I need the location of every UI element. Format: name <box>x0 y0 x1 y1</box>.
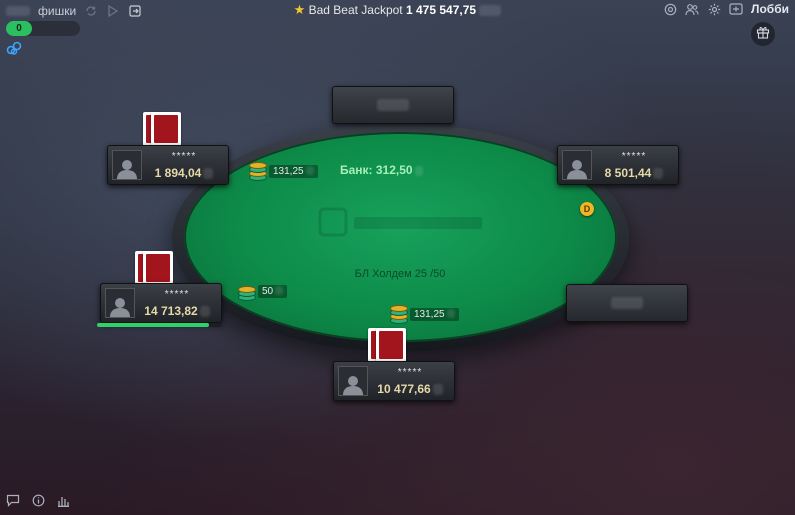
action-timer-fill <box>97 323 209 327</box>
player-seat-2[interactable]: ***** 8 501,44 <box>557 145 679 185</box>
jackpot-amount: 1 475 547,75 <box>405 3 477 17</box>
avatar <box>112 150 142 180</box>
bet-seat-3: 50 <box>238 282 288 301</box>
hidden-seat-label <box>377 99 409 111</box>
users-icon[interactable] <box>685 2 699 16</box>
gift-icon <box>756 25 770 44</box>
pot-label: Банк: 312,50 <box>340 163 460 177</box>
room-logo-watermark <box>318 207 486 239</box>
gift-button[interactable] <box>751 22 775 46</box>
hole-cards <box>368 328 418 362</box>
avatar <box>105 288 135 318</box>
chip-settings-icon[interactable] <box>663 2 677 16</box>
game-name: БЛ Холдем 25 /50 <box>354 268 446 280</box>
player-stack: 8 501,44 <box>594 166 674 180</box>
player-name: ***** <box>164 289 190 300</box>
counter-bar: 0 <box>6 21 80 36</box>
empty-seat-top[interactable] <box>332 86 454 124</box>
empty-seat-right[interactable] <box>566 284 688 322</box>
chip-stack-icon <box>249 162 267 181</box>
player-name: ***** <box>397 367 423 378</box>
hole-cards <box>143 112 193 146</box>
player-name: ***** <box>621 151 647 162</box>
chip-stack-icon <box>238 282 256 301</box>
player-seat-3[interactable]: ***** 14 713,82 <box>100 283 222 323</box>
player-stack: 10 477,66 <box>370 382 450 396</box>
player-stack: 1 894,04 <box>144 166 224 180</box>
info-icon[interactable] <box>32 494 45 512</box>
hidden-seat-label <box>611 297 643 309</box>
lobby-button[interactable]: Лобби <box>751 2 789 16</box>
jackpot-label: Bad Beat Jackpot <box>308 3 403 17</box>
player-seat-4[interactable]: ***** 10 477,66 <box>333 361 455 401</box>
rebuy-icon[interactable] <box>729 2 743 16</box>
stats-icon[interactable] <box>57 494 70 512</box>
chat-icon[interactable] <box>6 494 20 512</box>
counter-value: 0 <box>6 21 32 36</box>
bet-seat-1: 131,25 <box>249 162 318 181</box>
gear-icon[interactable] <box>707 2 721 16</box>
avatar <box>338 366 368 396</box>
dealer-button: D <box>580 202 594 216</box>
bet-seat-4: 131,25 <box>390 305 459 324</box>
hidden-jackpot-decimals <box>479 5 502 17</box>
bottom-toolbar <box>6 494 70 512</box>
player-name: ***** <box>171 151 197 162</box>
avatar <box>562 150 592 180</box>
star-icon: ★ <box>293 2 306 17</box>
top-right-bar: Лобби <box>663 2 789 16</box>
player-seat-1[interactable]: ***** 1 894,04 <box>107 145 229 185</box>
link-icon[interactable] <box>6 40 22 61</box>
action-timer <box>97 323 221 327</box>
chip-stack-icon <box>390 305 408 324</box>
player-stack: 14 713,82 <box>137 304 217 318</box>
hole-cards <box>135 251 185 285</box>
